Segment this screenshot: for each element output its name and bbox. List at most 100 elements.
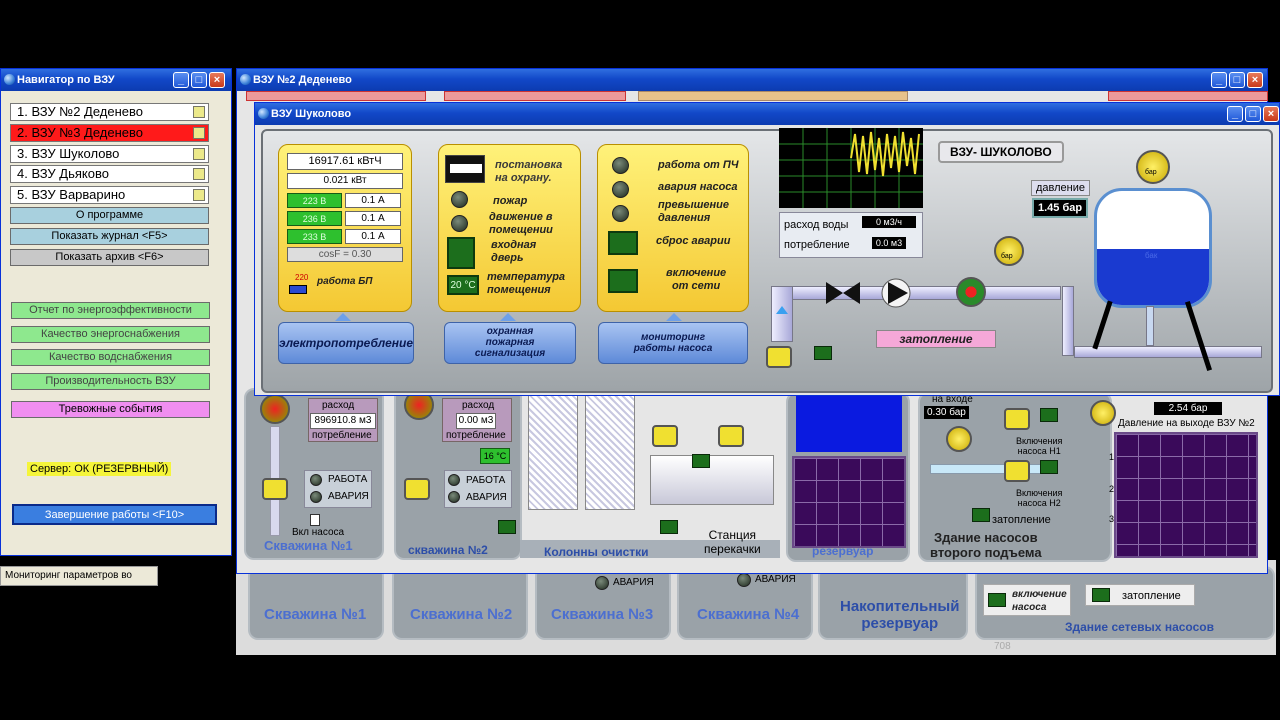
app-icon	[4, 74, 15, 85]
maximize-button[interactable]: □	[1245, 106, 1261, 122]
nav-item-label: 1. ВЗУ №2 Деденево	[17, 104, 144, 119]
second-lift-label: Здание насосов второго подъема	[930, 530, 1042, 560]
security-section-button[interactable]: охранная пожарная сигнализация	[444, 322, 576, 364]
work-indicator	[448, 474, 460, 486]
bottom-pump-building: включение насоса затопление Здание сетев…	[975, 566, 1275, 640]
flow-oscillogram	[779, 128, 923, 208]
arm-indicator	[445, 155, 485, 183]
columns-label: Колонны очистки	[544, 545, 649, 559]
pump-panel: работа от ПЧ авария насоса превышение да…	[597, 144, 749, 312]
minimize-button[interactable]: _	[1211, 72, 1227, 88]
vzu2-well-2: расход 0.00 м3 потребление 16 °C РАБОТА …	[394, 388, 522, 560]
tank-gauge-icon	[1136, 150, 1170, 184]
overpressure-label: превышение давления	[658, 199, 729, 224]
ups-voltage: 220	[295, 273, 309, 282]
bottom-flood-indicator	[1092, 588, 1110, 602]
vzu2-top-tab-3	[638, 91, 908, 101]
status-bar: Мониторинг параметров во	[0, 566, 158, 586]
app-icon	[258, 108, 269, 119]
edit-icon[interactable]	[193, 127, 205, 139]
tank-gauge-unit: бар	[1145, 169, 1157, 176]
close-button[interactable]: ×	[209, 72, 225, 88]
edit-icon[interactable]	[193, 148, 205, 160]
bottom-well-4: АВАРИЯ Скважина №4	[677, 566, 813, 640]
ups-label: работа БП	[317, 276, 373, 287]
fire-label: пожар	[493, 195, 528, 207]
navigator-titlebar[interactable]: Навигатор по ВЗУ _ □ ×	[1, 69, 231, 91]
current-a: 0.1 А	[345, 193, 401, 208]
pump-icon	[260, 394, 290, 424]
section-num-1: 1	[1109, 452, 1115, 462]
nav-item-dyakovo[interactable]: 4. ВЗУ Дьяково	[10, 165, 209, 183]
edit-icon[interactable]	[193, 106, 205, 118]
tank-outlet-pipe	[1146, 306, 1154, 346]
bottom-flood-label: затопление	[1122, 590, 1181, 602]
main-titlebar[interactable]: ВЗУ Шуколово _ □ ×	[255, 103, 1279, 125]
pressure-label: давление	[1031, 180, 1091, 196]
pump-icon	[956, 277, 986, 307]
report-power-quality[interactable]: Качество энергоснабжения	[11, 326, 210, 343]
voltage-a: 223 В	[287, 193, 342, 208]
about-button[interactable]: О программе	[10, 207, 209, 224]
nav-item-shukolovo[interactable]: 3. ВЗУ Шуколово	[10, 145, 209, 163]
pump-section-button[interactable]: мониторинг работы насоса	[598, 322, 748, 364]
pressure-gauge-icon	[946, 426, 972, 452]
report-water-quality[interactable]: Качество водснабжения	[11, 349, 210, 366]
vzu2-top-tab-1	[246, 91, 426, 101]
reservoir-water	[796, 394, 902, 452]
status-button[interactable]	[692, 454, 710, 468]
reservoir-label: резервуар	[812, 544, 874, 558]
inlet-value: 0.30 бар	[924, 406, 969, 419]
pump-h2-icon	[1004, 460, 1030, 482]
pump-h1-indicator	[1040, 408, 1058, 422]
bottom-avaria-2: АВАРИЯ	[755, 574, 796, 585]
flood-label: затопление	[876, 330, 996, 348]
bottom-well-4-label: Скважина №4	[697, 606, 800, 623]
arm-label: постановка на охрану.	[495, 159, 563, 184]
main-title: ВЗУ Шуколово	[271, 108, 352, 120]
station-label: Станция перекачки	[704, 528, 761, 556]
report-energy-efficiency[interactable]: Отчет по энергоэффективности	[11, 302, 210, 319]
show-journal-button[interactable]: Показать журнал <F5>	[10, 228, 209, 245]
bottom-well-1-label: Скважина №1	[264, 606, 367, 623]
close-button[interactable]: ×	[1263, 106, 1279, 122]
maximize-button[interactable]: □	[191, 72, 207, 88]
nav-item-vzu3[interactable]: 2. ВЗУ №3 Деденево	[10, 124, 209, 142]
alarm-events-button[interactable]: Тревожные события	[11, 401, 210, 418]
exit-button[interactable]: Завершение работы <F10>	[12, 504, 217, 525]
vzu2-titlebar[interactable]: ВЗУ №2 Деденево _ □ ×	[237, 69, 1267, 91]
temperature-value: 16 °C	[480, 448, 510, 464]
minimize-button[interactable]: _	[1227, 106, 1243, 122]
nav-item-vzu2[interactable]: 1. ВЗУ №2 Деденево	[10, 103, 209, 121]
electricity-panel: 16917.61 кВтЧ 0.021 кВт 223 В 0.1 А 236 …	[278, 144, 412, 312]
pump-h2-indicator	[1040, 460, 1058, 474]
status-button[interactable]	[498, 520, 516, 534]
valve-icon	[826, 282, 860, 304]
close-button[interactable]: ×	[1247, 72, 1263, 88]
pressure-value: 1.45 бар	[1032, 198, 1089, 218]
report-productivity[interactable]: Производительность ВЗУ	[11, 373, 210, 390]
reset-alarm-button[interactable]	[608, 231, 638, 255]
electricity-section-button[interactable]: электропотребление	[278, 322, 414, 364]
bottom-avaria-1: АВАРИЯ	[613, 577, 654, 588]
bottom-pump-on-box: включение насоса	[983, 584, 1071, 616]
edit-icon[interactable]	[193, 189, 205, 201]
switch-icon[interactable]	[310, 514, 320, 526]
flow-label: расход	[462, 400, 495, 411]
scheme-name: ВЗУ- ШУКОЛОВО	[938, 141, 1064, 163]
pump-h2-label: Включения насоса Н2	[1016, 488, 1063, 508]
status-button[interactable]	[660, 520, 678, 534]
maximize-button[interactable]: □	[1229, 72, 1245, 88]
minimize-button[interactable]: _	[173, 72, 189, 88]
ups-icon: 220	[287, 273, 311, 301]
nav-item-varvarino[interactable]: 5. ВЗУ Варварино	[10, 186, 209, 204]
flow-label: расход	[322, 400, 355, 411]
show-archive-button[interactable]: Показать архив <F6>	[10, 249, 209, 266]
motor-icon	[652, 425, 678, 447]
pipe-horizontal	[771, 286, 1061, 300]
pressure-gauge-icon	[994, 236, 1024, 266]
reset-alarm-label: сброс аварии	[656, 235, 731, 247]
bottom-well-2-label: Скважина №2	[410, 606, 513, 623]
nav-item-label: 3. ВЗУ Шуколово	[17, 146, 120, 161]
edit-icon[interactable]	[193, 168, 205, 180]
